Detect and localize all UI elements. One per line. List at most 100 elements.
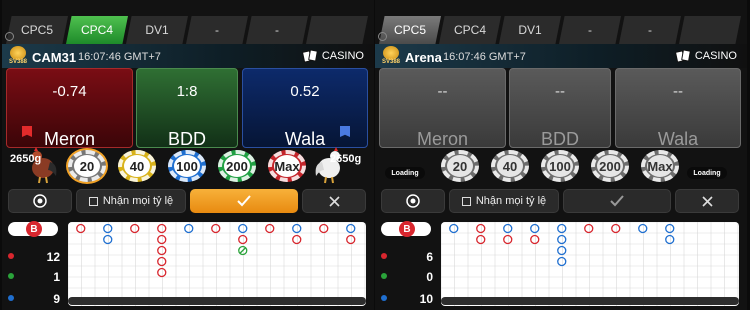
meron-label: Meron [416,129,469,149]
stat-green: 0 [381,270,433,284]
road-grid [68,222,366,306]
table-name: Arena [405,50,442,65]
road-mark-meron [476,223,486,234]
tab-5[interactable] [679,16,741,44]
tab-2[interactable]: DV1 [499,16,561,44]
tab-5[interactable] [306,16,368,44]
road-mark-meron [584,223,594,234]
confirm-button[interactable] [190,189,298,213]
result-road [441,222,739,306]
chip-100[interactable]: 100 [168,150,206,182]
bet-bdd[interactable]: 1:8 BDD [136,68,238,149]
accept-all-odds-toggle[interactable]: Nhận mọi tỷ lệ [76,189,186,213]
road-mark-meron [346,234,356,245]
gear-coin-icon [33,194,47,208]
road-scrollbar[interactable] [68,297,366,305]
tab-1[interactable]: CPC4 [439,16,501,44]
tab-3[interactable]: - [559,16,621,44]
road-mark-meron [157,223,167,234]
road-mark-meron [611,223,621,234]
checkbox[interactable] [88,196,98,206]
table-panel-cam31: CPC5 CPC4 DV1- - SV388 CAM31 16:07:46 GMT+7 CAS… [2,0,374,310]
road-mark-wala [557,256,567,267]
bdd-odds: -- [555,83,565,100]
clock-icon [378,32,387,41]
tab-3[interactable]: - [186,16,248,44]
bet-bdd[interactable]: -- BDD [509,68,611,149]
bet-wala[interactable]: -- Wala [615,68,741,149]
road-mark-wala [557,234,567,245]
checkbox[interactable] [461,196,471,206]
chip-200[interactable]: 200 [591,150,629,182]
loading-badge-right: Loading [687,167,727,179]
chip-20[interactable]: 20 [441,150,479,182]
bet-meron[interactable]: -- Meron [379,68,506,149]
road-mark-meron [157,234,167,245]
road-mark-meron [292,234,302,245]
road-header: B [8,221,58,237]
stat-blue: 10 [381,292,433,306]
balance-left: 2650g [10,153,42,165]
cancel-button[interactable] [302,189,366,213]
stat-blue: 9 [8,292,60,306]
casino-button[interactable]: CASINO [299,47,368,65]
road-mark-wala [557,245,567,256]
chip-max[interactable]: Max [641,150,679,182]
road-mark-meron [476,234,486,245]
road-mark-wala [665,234,675,245]
road-scrollbar[interactable] [441,297,739,305]
tab-4[interactable]: - [619,16,681,44]
road-mark-wala [238,223,248,234]
casino-button[interactable]: CASINO [672,47,741,65]
clock-icon [5,32,14,41]
road-mark-wala [103,223,113,234]
road-mark-wala [449,223,459,234]
chip-40[interactable]: 40 [118,150,156,182]
road-mark-wala [557,223,567,234]
stat-green: 1 [8,270,60,284]
road-mark-meron [211,223,221,234]
settings-button[interactable] [8,189,72,213]
check-icon [610,195,624,207]
chip-max[interactable]: Max [268,150,306,182]
road-mark-wala [292,223,302,234]
rooster-icon [28,146,58,184]
road-mark-meron [157,267,167,278]
tab-2[interactable]: DV1 [126,16,188,44]
wala-odds: -- [673,83,683,100]
road-mark-wala [103,234,113,245]
table-time: 16:07:46 GMT+7 [443,51,526,63]
road-mark-meron [319,223,329,234]
road-mark-meron [265,223,275,234]
rooster-icon [314,146,344,184]
chip-100[interactable]: 100 [541,150,579,182]
cancel-button[interactable] [675,189,739,213]
table-time: 16:07:46 GMT+7 [78,51,161,63]
bdd-odds: 1:8 [176,83,198,100]
settings-button[interactable] [381,189,445,213]
road-mark-wala [184,223,194,234]
road-mark-meron [503,234,513,245]
chip-40[interactable]: 40 [491,150,529,182]
chip-200[interactable]: 200 [218,150,256,182]
tab-4[interactable]: - [246,16,308,44]
road-mark-meron [530,234,540,245]
chip-20[interactable]: 20 [68,150,106,182]
road-mark-meron [157,245,167,256]
tab-1[interactable]: CPC4 [66,16,128,44]
road-mark-wala [665,223,675,234]
table-tabs: CPC5 CPC4 DV1- - [2,16,374,44]
balance-right: 2650g [330,153,362,165]
accept-all-odds-toggle[interactable]: Nhận mọi tỷ lệ [449,189,559,213]
close-icon [701,195,713,207]
wala-odds: 0.52 [290,83,320,100]
bdd-label: BDD [167,129,206,149]
tab-0[interactable]: CPC5 [379,16,441,44]
tab-0[interactable]: CPC5 [6,16,68,44]
bet-meron[interactable]: -0.74 Meron [6,68,133,149]
road-mark-wala [346,223,356,234]
stat-red: 6 [381,250,433,264]
loading-badge-left: Loading [385,167,425,179]
confirm-button[interactable] [563,189,671,213]
close-icon [328,195,340,207]
